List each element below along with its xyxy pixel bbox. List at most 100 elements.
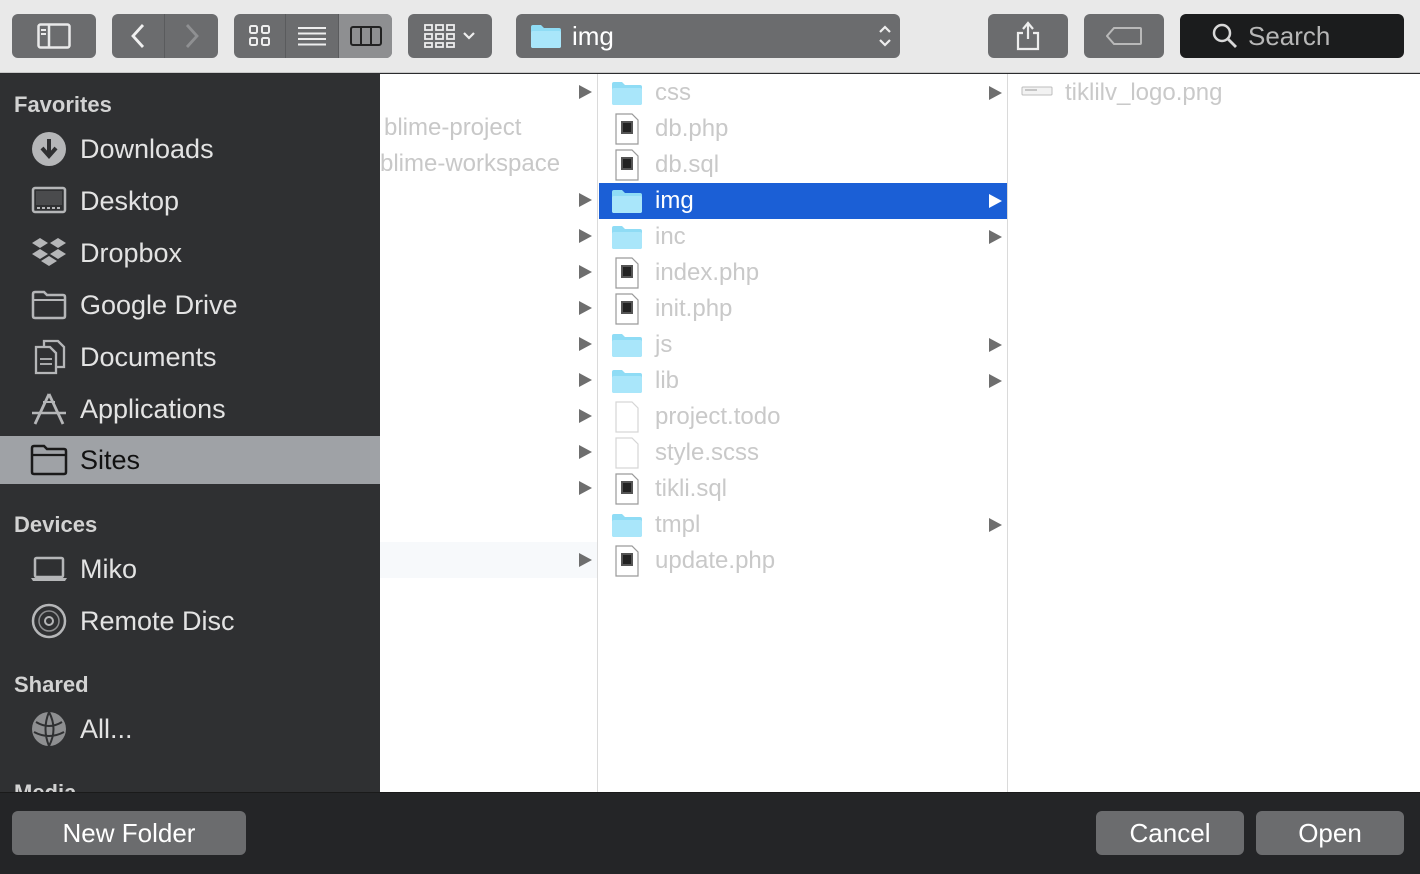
sidebar-item-remote-disc[interactable]: Remote Disc (0, 597, 380, 645)
list-item[interactable]: tikli.sql (599, 471, 1007, 507)
grid-icon (248, 25, 270, 46)
list-item-label: js (655, 331, 673, 358)
sidebar-item-sites[interactable]: Sites (0, 436, 380, 484)
folder-icon (611, 365, 643, 397)
network-icon (30, 710, 68, 748)
up-down-arrows-icon (870, 23, 900, 49)
forward-button[interactable] (165, 14, 218, 58)
list-item[interactable]: css (599, 75, 1007, 111)
list-item[interactable]: project.todo (599, 399, 1007, 435)
list-item-label: project.todo (655, 403, 781, 430)
list-item[interactable]: db.sql (599, 147, 1007, 183)
sidebar-item-label: Documents (80, 341, 217, 372)
sidebar-item-applications[interactable]: Applications (0, 385, 380, 433)
sidebar-item-dropbox[interactable]: Dropbox (0, 229, 380, 277)
list-item[interactable]: tiklilv_logo.png (1009, 75, 1420, 111)
disclosure-arrow-icon (579, 229, 592, 243)
list-item[interactable] (380, 326, 597, 362)
arrange-menu-button[interactable] (408, 14, 492, 58)
list-item[interactable] (380, 218, 597, 254)
sidebar-item-label: Applications (80, 393, 226, 424)
tag-icon (1106, 27, 1142, 45)
disclosure-arrow-icon (989, 86, 1002, 100)
chevron-left-icon (131, 24, 145, 48)
list-item[interactable] (380, 74, 597, 110)
list-item[interactable]: style.scss (599, 435, 1007, 471)
download-icon (30, 130, 68, 168)
back-button[interactable] (112, 14, 165, 58)
list-item[interactable]: update.php (599, 543, 1007, 579)
open-button[interactable]: Open (1256, 811, 1404, 855)
folder-icon (531, 25, 561, 48)
search-field[interactable]: Search (1180, 14, 1404, 58)
sidebar-item-documents[interactable]: Documents (0, 333, 380, 381)
list-item-label: tiklilv_logo.png (1065, 79, 1223, 106)
disclosure-arrow-icon (579, 193, 592, 207)
disclosure-arrow-icon (989, 338, 1002, 352)
list-item[interactable]: blime-workspace (380, 146, 597, 182)
list-item[interactable]: init.php (599, 291, 1007, 327)
disclosure-arrow-icon (579, 445, 592, 459)
sidebar-item-all-shared[interactable]: All... (0, 705, 380, 753)
list-item[interactable] (380, 542, 597, 578)
list-item[interactable]: inc (599, 219, 1007, 255)
list-item[interactable] (380, 470, 597, 506)
list-view-button[interactable] (286, 14, 339, 58)
list-item[interactable]: js (599, 327, 1007, 363)
arrange-grid-icon (424, 24, 455, 48)
columns-icon (349, 26, 382, 46)
back-forward-control (112, 14, 218, 58)
list-item[interactable]: lib (599, 363, 1007, 399)
list-item[interactable] (380, 254, 597, 290)
sidebar-item-label: Remote Disc (80, 605, 235, 636)
sidebar-item-label: Desktop (80, 185, 180, 216)
disclosure-arrow-icon (579, 373, 592, 387)
disclosure-arrow-icon (989, 374, 1002, 388)
disclosure-arrow-icon (989, 230, 1002, 244)
column-current: css db.php db.sql img inc index.php init… (599, 74, 1008, 792)
sql-file-icon (611, 473, 643, 505)
list-item[interactable] (380, 362, 597, 398)
sidebar-item-label: Miko (80, 553, 138, 584)
view-mode-control (234, 14, 392, 58)
disclosure-arrow-icon (579, 337, 592, 351)
tags-button[interactable] (1084, 14, 1164, 58)
chevron-right-icon (185, 24, 199, 48)
path-popup[interactable]: img (516, 14, 900, 58)
list-item[interactable]: blime-project (380, 110, 597, 146)
list-item[interactable] (380, 398, 597, 434)
list-icon (298, 27, 326, 46)
list-item[interactable]: tmpl (599, 507, 1007, 543)
sidebar-toggle-button[interactable] (12, 14, 96, 58)
column-browser: blime-project blime-workspace css db.php… (380, 74, 1420, 792)
devices-heading: Devices (14, 512, 98, 537)
icon-view-button[interactable] (234, 14, 286, 58)
disc-icon (30, 602, 68, 640)
sidebar-item-label: Sites (80, 444, 141, 475)
list-item[interactable]: img (599, 183, 1007, 219)
path-popup-label: img (572, 20, 614, 51)
list-item-label: tikli.sql (655, 475, 728, 502)
sidebar-item-google-drive[interactable]: Google Drive (0, 281, 380, 329)
list-item[interactable]: index.php (599, 255, 1007, 291)
list-item[interactable] (380, 182, 597, 218)
cancel-button[interactable]: Cancel (1096, 811, 1244, 855)
php-file-icon (611, 545, 643, 577)
list-item-label: index.php (655, 259, 760, 286)
folder-icon (611, 77, 643, 109)
disclosure-arrow-icon (579, 409, 592, 423)
sidebar-item-downloads[interactable]: Downloads (0, 125, 380, 173)
share-button[interactable] (988, 14, 1068, 58)
list-item[interactable]: db.php (599, 111, 1007, 147)
new-folder-button[interactable]: New Folder (12, 811, 246, 855)
folder-icon (30, 441, 68, 479)
laptop-icon (30, 550, 68, 588)
list-item[interactable] (380, 290, 597, 326)
list-item[interactable] (380, 434, 597, 470)
list-item-label: img (655, 187, 694, 214)
column-view-button[interactable] (339, 14, 392, 58)
folder-icon (611, 509, 643, 541)
list-item-label: update.php (655, 547, 776, 574)
sidebar-item-desktop[interactable]: Desktop (0, 177, 380, 225)
sidebar-item-miko[interactable]: Miko (0, 545, 380, 593)
